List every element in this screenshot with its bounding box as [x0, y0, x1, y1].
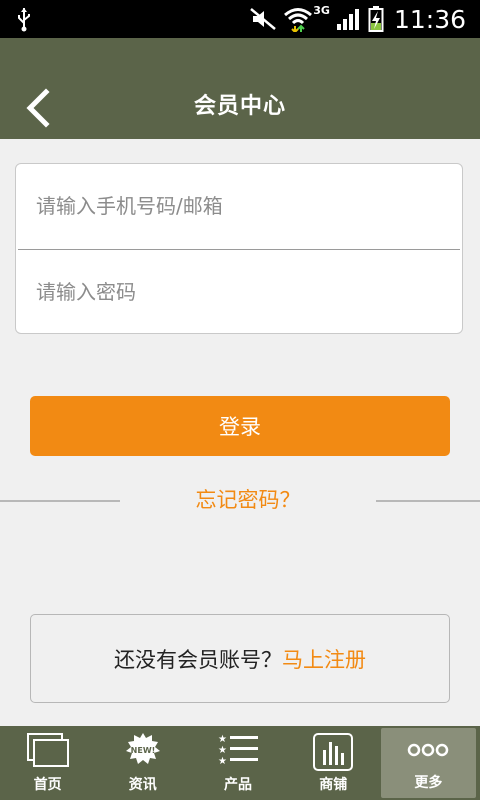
nav-label-products: 产品: [224, 777, 252, 793]
nav-label-more: 更多: [414, 775, 443, 791]
nav-item-store[interactable]: 商铺: [286, 726, 381, 800]
signal-icon: [336, 9, 359, 30]
divider-left: [0, 500, 120, 502]
login-form: [15, 163, 463, 334]
nav-label-news: 资讯: [128, 777, 157, 793]
news-icon: NEW!: [125, 733, 160, 764]
nav-item-products[interactable]: ★ ★ ★ 产品: [190, 726, 285, 800]
products-icon: ★ ★ ★: [218, 734, 258, 767]
mute-icon: [250, 8, 277, 30]
more-icon: [408, 743, 449, 757]
app-header: 会员中心: [0, 38, 480, 139]
register-prompt: 还没有会员账号？: [114, 647, 282, 672]
register-box: 还没有会员账号？ 马上注册: [30, 614, 450, 703]
network-type-label: 3G: [313, 3, 330, 17]
password-input[interactable]: [34, 279, 462, 305]
bottom-nav: 首页 NEW! 资讯 ★ ★ ★ 产品 商铺 更多: [0, 726, 480, 800]
nav-label-store: 商铺: [319, 777, 348, 793]
password-field[interactable]: [16, 250, 462, 334]
store-icon: [313, 733, 354, 771]
status-bar: 3G 11:36: [0, 0, 480, 38]
battery-charging-icon: [368, 6, 384, 32]
phone-email-field[interactable]: [16, 164, 462, 248]
page-title: 会员中心: [193, 94, 286, 119]
usb-icon: [18, 8, 30, 32]
wifi-icon: [284, 8, 313, 32]
svg-text:★: ★: [218, 756, 227, 767]
clock: 11:36: [393, 4, 466, 34]
register-link[interactable]: 马上注册: [282, 644, 366, 674]
nav-item-home[interactable]: 首页: [0, 726, 95, 800]
login-button[interactable]: 登录: [30, 396, 450, 456]
svg-text:★: ★: [218, 745, 227, 756]
nav-label-home: 首页: [33, 777, 62, 793]
home-icon: [26, 733, 69, 767]
nav-item-more[interactable]: 更多: [380, 728, 477, 798]
phone-email-input[interactable]: [34, 193, 462, 219]
nav-item-news[interactable]: NEW! 资讯: [95, 726, 190, 800]
news-badge-text: NEW!: [130, 746, 155, 755]
svg-text:★: ★: [218, 734, 227, 745]
divider-right: [376, 500, 480, 502]
forgot-password-link[interactable]: 忘记密码？: [120, 484, 376, 514]
